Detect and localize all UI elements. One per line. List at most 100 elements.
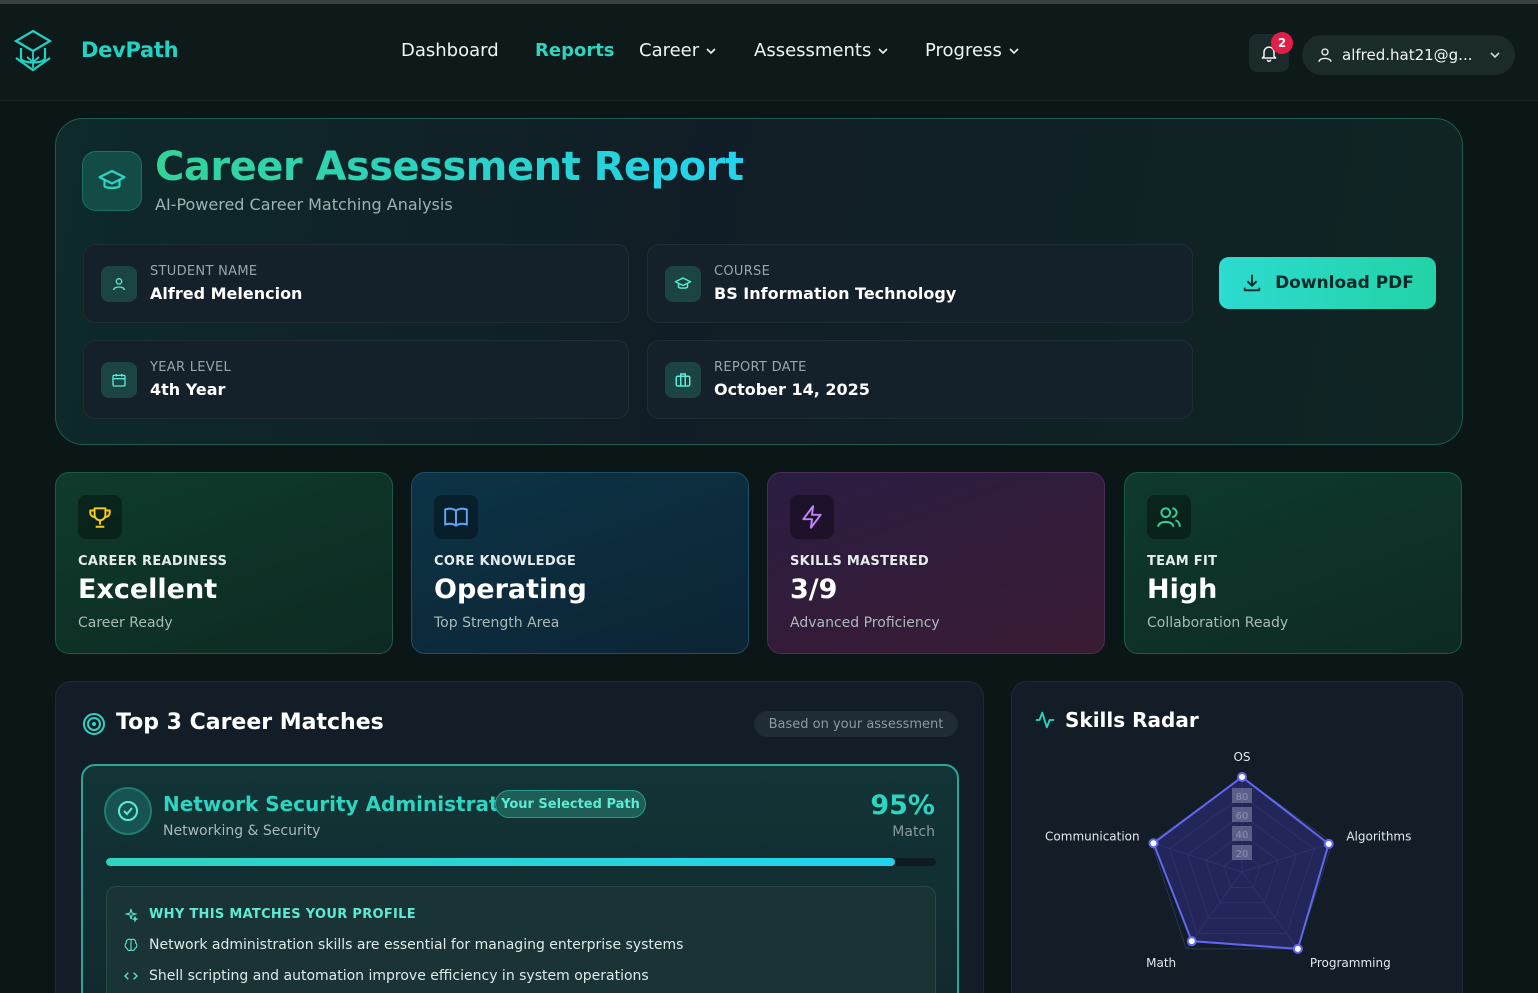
stat-label: SKILLS MASTERED: [790, 554, 930, 569]
student-name-field: STUDENT NAME Alfred Melencion: [83, 244, 629, 323]
radar-axis-label: Algorithms: [1346, 830, 1411, 844]
chevron-down-icon: [1490, 52, 1500, 59]
code-icon: [124, 972, 138, 980]
page-subtitle: AI-Powered Career Matching Analysis: [155, 195, 453, 214]
nav-progress-label: Progress: [925, 40, 1002, 61]
career-matches-title: Top 3 Career Matches: [116, 710, 384, 735]
radar-tick-label: 20: [1236, 849, 1249, 860]
career-matches-panel: Top 3 Career Matches Based on your asses…: [55, 681, 984, 993]
stat-description: Advanced Proficiency: [790, 615, 940, 631]
stat-label: CORE KNOWLEDGE: [434, 554, 577, 569]
selected-path-badge: Your Selected Path: [495, 790, 646, 818]
radar-point-communication[interactable]: [1148, 838, 1159, 849]
briefcase-icon: [665, 362, 701, 398]
devpath-logo-icon: [13, 29, 53, 72]
student-name-value: Alfred Melencion: [150, 284, 303, 303]
why-matches-title: WHY THIS MATCHES YOUR PROFILE: [149, 907, 416, 922]
nav-assessments-label: Assessments: [754, 40, 872, 61]
radar-point-algorithms[interactable]: [1323, 838, 1334, 849]
stat-value: 3/9: [790, 574, 838, 605]
radar-point-math[interactable]: [1186, 936, 1197, 947]
graduation-cap-icon: [98, 169, 126, 189]
download-pdf-button[interactable]: Download PDF: [1219, 257, 1436, 309]
reason-text: Network administration skills are essent…: [149, 937, 684, 953]
nav-reports[interactable]: Reports: [535, 40, 615, 61]
sparkles-icon: [124, 908, 139, 923]
student-name-label: STUDENT NAME: [150, 264, 258, 279]
brand-name[interactable]: DevPath: [81, 38, 179, 62]
year-level-value: 4th Year: [150, 380, 226, 399]
reason-item: Shell scripting and automation improve e…: [123, 968, 649, 984]
stat-description: Top Strength Area: [434, 615, 560, 631]
page-title: Career Assessment Report: [155, 144, 744, 190]
nav-assessments[interactable]: Assessments: [754, 40, 889, 61]
stat-label: CAREER READINESS: [78, 554, 228, 569]
report-date-field: REPORT DATE October 14, 2025: [647, 340, 1193, 419]
nav-dashboard-label: Dashboard: [401, 40, 499, 61]
radar-axis-label: OS: [1233, 750, 1250, 764]
report-header-card: Career Assessment Report AI-Powered Care…: [55, 118, 1463, 445]
user-menu-button[interactable]: alfred.hat21@g...: [1302, 35, 1515, 75]
notification-count-badge: 2: [1271, 32, 1293, 54]
match-percent-label: Match: [892, 824, 935, 840]
career-match-category: Networking & Security: [163, 823, 321, 839]
reason-text: Shell scripting and automation improve e…: [149, 968, 649, 984]
trophy-icon: [78, 495, 122, 539]
top-navbar: DevPath Dashboard Reports Career Assessm…: [0, 4, 1538, 101]
stat-label: TEAM FIT: [1147, 554, 1218, 569]
radar-axis-label: Communication: [1045, 830, 1140, 844]
calendar-icon: [101, 362, 137, 398]
download-pdf-label: Download PDF: [1275, 273, 1414, 293]
match-progress-fill: [106, 858, 895, 866]
book-icon: [434, 495, 478, 539]
chevron-down-icon: [1009, 47, 1019, 54]
match-progress-bar: [106, 858, 936, 866]
course-label: COURSE: [714, 264, 771, 279]
graduation-cap-icon: [665, 266, 701, 302]
match-percent: 95%: [870, 790, 935, 821]
report-date-value: October 14, 2025: [714, 380, 870, 399]
radar-axis-label: Math: [1146, 956, 1176, 970]
stat-description: Career Ready: [78, 615, 173, 631]
year-level-field: YEAR LEVEL 4th Year: [83, 340, 629, 419]
radar-axis-label: Programming: [1310, 956, 1391, 970]
course-value: BS Information Technology: [714, 284, 957, 303]
career-match-card[interactable]: Network Security Administrator Your Sele…: [81, 764, 959, 993]
radar-tick-label: 40: [1236, 830, 1249, 841]
brain-icon: [124, 938, 138, 952]
radar-point-os[interactable]: [1237, 772, 1247, 782]
report-icon: [82, 151, 142, 211]
stat-value: Excellent: [78, 574, 218, 605]
radar-tick-label: 60: [1236, 811, 1249, 822]
stat-value: High: [1147, 574, 1218, 605]
target-icon: [83, 713, 105, 735]
radar-tick-label: 80: [1236, 792, 1249, 803]
skills-radar-chart: 20 40 60 80 OS Algorithms Programming Math Commu…: [1045, 750, 1411, 970]
users-icon: [1147, 495, 1191, 539]
career-readiness-card: CAREER READINESS Excellent Career Ready: [55, 472, 393, 654]
chevron-down-icon: [878, 47, 888, 54]
user-icon: [101, 266, 137, 302]
assessment-basis-chip: Based on your assessment: [754, 711, 958, 737]
nav-career[interactable]: Career: [639, 40, 717, 61]
career-match-title: Network Security Administrator: [163, 792, 523, 816]
course-field: COURSE BS Information Technology: [647, 244, 1193, 323]
stat-value: Operating: [434, 574, 587, 605]
team-fit-card: TEAM FIT High Collaboration Ready: [1124, 472, 1462, 654]
stat-description: Collaboration Ready: [1147, 615, 1289, 631]
skills-mastered-card: SKILLS MASTERED 3/9 Advanced Proficiency: [767, 472, 1105, 654]
skills-radar-panel: Skills Radar 20 40 60 80 OS Algorithms Program…: [1011, 681, 1463, 993]
nav-dashboard[interactable]: Dashboard: [401, 40, 499, 61]
user-email: alfred.hat21@g...: [1342, 46, 1473, 64]
report-date-label: REPORT DATE: [714, 360, 807, 375]
nav-progress[interactable]: Progress: [925, 40, 1020, 61]
radar-point-programming[interactable]: [1292, 943, 1303, 954]
core-knowledge-card: CORE KNOWLEDGE Operating Top Strength Ar…: [411, 472, 749, 654]
chevron-down-icon: [706, 47, 716, 54]
nav-reports-label: Reports: [535, 40, 615, 61]
why-matches-section: WHY THIS MATCHES YOUR PROFILE Network ad…: [106, 886, 936, 993]
check-circle-icon: [104, 787, 152, 835]
user-icon: [1318, 48, 1332, 62]
reason-item: Network administration skills are essent…: [123, 937, 683, 953]
year-level-label: YEAR LEVEL: [150, 360, 232, 375]
